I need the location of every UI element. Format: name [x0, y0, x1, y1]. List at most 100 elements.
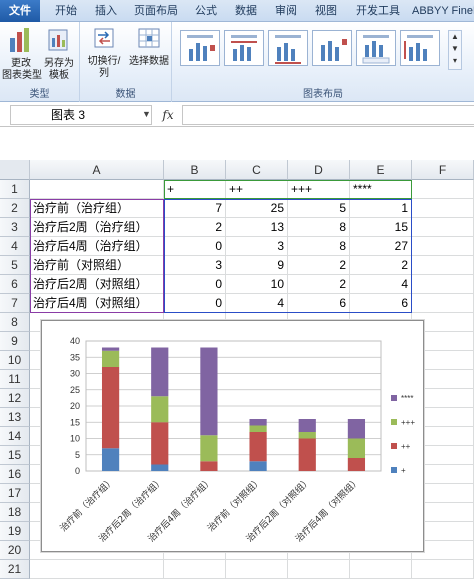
row-header-10[interactable]: 10 — [0, 351, 30, 370]
cell-e1[interactable]: **** — [350, 180, 412, 199]
cell-b1[interactable]: + — [164, 180, 226, 199]
tab-home[interactable]: 开始 — [48, 0, 84, 22]
cell-b3[interactable]: 2 — [164, 218, 226, 237]
cell-a21[interactable] — [30, 560, 164, 579]
name-box-dropdown-icon[interactable]: ▼ — [142, 109, 151, 119]
cell-f7[interactable] — [412, 294, 474, 313]
column-header-e[interactable]: E — [350, 160, 412, 180]
cell-d5[interactable]: 2 — [288, 256, 350, 275]
cell-c6[interactable]: 10 — [226, 275, 288, 294]
select-all-corner[interactable] — [0, 160, 30, 180]
row-header-15[interactable]: 15 — [0, 446, 30, 465]
cell-d7[interactable]: 6 — [288, 294, 350, 313]
cell-c5[interactable]: 9 — [226, 256, 288, 275]
row-header-8[interactable]: 8 — [0, 313, 30, 332]
chart-layout-2[interactable] — [224, 30, 264, 66]
tab-developer[interactable]: 开发工具 — [348, 0, 408, 22]
cell-e3[interactable]: 15 — [350, 218, 412, 237]
cell-f2[interactable] — [412, 199, 474, 218]
row-header-9[interactable]: 9 — [0, 332, 30, 351]
cell-d4[interactable]: 8 — [288, 237, 350, 256]
row-header-7[interactable]: 7 — [0, 294, 30, 313]
cell-b4[interactable]: 0 — [164, 237, 226, 256]
cell-c7[interactable]: 4 — [226, 294, 288, 313]
cell-e21[interactable] — [350, 560, 412, 579]
cell-e4[interactable]: 27 — [350, 237, 412, 256]
cell-a5[interactable]: 治疗前（对照组） — [30, 256, 164, 275]
cell-c4[interactable]: 3 — [226, 237, 288, 256]
cell-a4[interactable]: 治疗后4周（治疗组） — [30, 237, 164, 256]
embedded-chart[interactable]: 0 5 10 15 20 25 30 35 40 治疗前（治疗组） 治疗后2周（治疗组） 治疗后4周（… — [41, 320, 424, 552]
cell-c2[interactable]: 25 — [226, 199, 288, 218]
cell-f6[interactable] — [412, 275, 474, 294]
column-header-f[interactable]: F — [412, 160, 474, 180]
cell-a3[interactable]: 治疗后2周（治疗组） — [30, 218, 164, 237]
cell-f3[interactable] — [412, 218, 474, 237]
cell-e5[interactable]: 2 — [350, 256, 412, 275]
cell-b7[interactable]: 0 — [164, 294, 226, 313]
row-header-16[interactable]: 16 — [0, 465, 30, 484]
row-header-1[interactable]: 1 — [0, 180, 30, 199]
save-as-template-button[interactable]: 另存为 模板 — [40, 26, 78, 82]
column-header-b[interactable]: B — [164, 160, 226, 180]
chart-layout-1[interactable] — [180, 30, 220, 66]
layouts-scroll[interactable]: ▲ ▼ ▾ — [448, 30, 462, 70]
fx-icon[interactable]: fx — [156, 105, 180, 125]
cell-f21[interactable] — [412, 560, 474, 579]
row-header-4[interactable]: 4 — [0, 237, 30, 256]
cell-d1[interactable]: +++ — [288, 180, 350, 199]
tab-data[interactable]: 数据 — [228, 0, 264, 22]
cell-c3[interactable]: 13 — [226, 218, 288, 237]
tab-formulas[interactable]: 公式 — [188, 0, 224, 22]
cell-f5[interactable] — [412, 256, 474, 275]
cell-f4[interactable] — [412, 237, 474, 256]
row-header-12[interactable]: 12 — [0, 389, 30, 408]
cell-a1[interactable] — [30, 180, 164, 199]
tab-page-layout[interactable]: 页面布局 — [128, 0, 184, 22]
chart-layout-3[interactable] — [268, 30, 308, 66]
cell-e6[interactable]: 4 — [350, 275, 412, 294]
row-header-2[interactable]: 2 — [0, 199, 30, 218]
row-header-18[interactable]: 18 — [0, 503, 30, 522]
column-header-d[interactable]: D — [288, 160, 350, 180]
column-header-a[interactable]: A — [30, 160, 164, 180]
cell-e2[interactable]: 1 — [350, 199, 412, 218]
expand-gallery-icon[interactable]: ▾ — [449, 55, 461, 67]
tab-review[interactable]: 审阅 — [268, 0, 304, 22]
cell-e7[interactable]: 6 — [350, 294, 412, 313]
cell-b2[interactable]: 7 — [164, 199, 226, 218]
tab-abbyy[interactable]: ABBYY FineR — [412, 0, 474, 22]
row-header-21[interactable]: 21 — [0, 560, 30, 579]
row-header-3[interactable]: 3 — [0, 218, 30, 237]
cell-c21[interactable] — [226, 560, 288, 579]
row-header-17[interactable]: 17 — [0, 484, 30, 503]
scroll-up-icon[interactable]: ▲ — [449, 31, 461, 43]
row-header-13[interactable]: 13 — [0, 408, 30, 427]
cell-b6[interactable]: 0 — [164, 275, 226, 294]
row-header-20[interactable]: 20 — [0, 541, 30, 560]
cell-a6[interactable]: 治疗后2周（对照组） — [30, 275, 164, 294]
cell-d2[interactable]: 5 — [288, 199, 350, 218]
cell-b21[interactable] — [164, 560, 226, 579]
switch-row-col-button[interactable]: 切换行/列 — [84, 26, 124, 80]
cell-b5[interactable]: 3 — [164, 256, 226, 275]
cell-c1[interactable]: ++ — [226, 180, 288, 199]
column-header-c[interactable]: C — [226, 160, 288, 180]
chart-layout-4[interactable] — [312, 30, 352, 66]
cell-d6[interactable]: 2 — [288, 275, 350, 294]
cell-f1[interactable] — [412, 180, 474, 199]
change-chart-type-button[interactable]: 更改 图表类型 — [2, 26, 42, 82]
cell-a2[interactable]: 治疗前（治疗组） — [30, 199, 164, 218]
select-data-button[interactable]: 选择数据 — [128, 26, 170, 68]
tab-file[interactable]: 文件 — [0, 0, 40, 22]
row-header-5[interactable]: 5 — [0, 256, 30, 275]
formula-input[interactable] — [182, 105, 474, 125]
row-header-14[interactable]: 14 — [0, 427, 30, 446]
name-box[interactable]: 图表 3 — [10, 105, 152, 125]
chart-layout-6[interactable] — [400, 30, 440, 66]
row-header-6[interactable]: 6 — [0, 275, 30, 294]
tab-view[interactable]: 视图 — [308, 0, 344, 22]
scroll-down-icon[interactable]: ▼ — [449, 43, 461, 55]
tab-insert[interactable]: 插入 — [88, 0, 124, 22]
cell-a7[interactable]: 治疗后4周（对照组） — [30, 294, 164, 313]
